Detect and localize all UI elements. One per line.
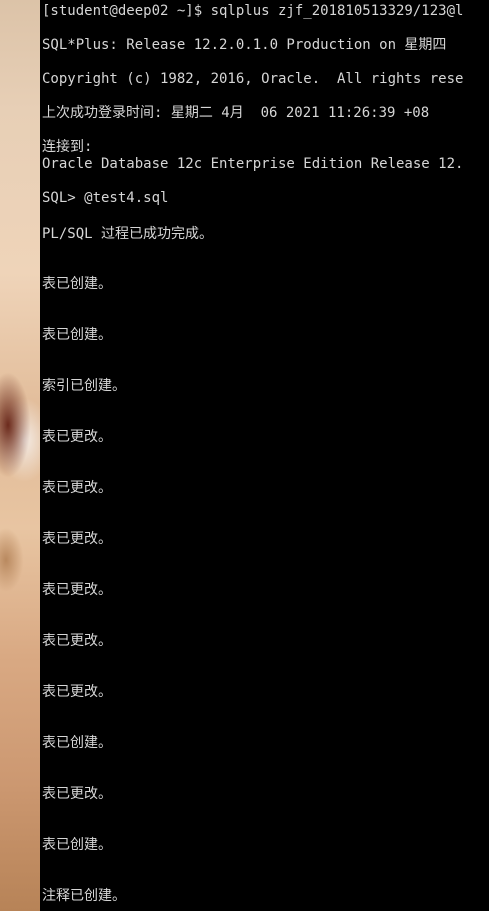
terminal-line-copyright: Copyright (c) 1982, 2016, Oracle. All ri…	[42, 71, 464, 87]
terminal-line-output: 表已创建。	[42, 276, 112, 292]
terminal-line-connected: 连接到:	[42, 139, 93, 155]
terminal-line-output: 表已创建。	[42, 735, 112, 751]
terminal-line-output: 索引已创建。	[42, 378, 126, 394]
desktop-background-photo	[0, 0, 40, 911]
terminal-line-output: 表已更改。	[42, 633, 112, 649]
terminal-line-db-version: Oracle Database 12c Enterprise Edition R…	[42, 156, 464, 172]
terminal-line-output: 表已创建。	[42, 327, 112, 343]
terminal-line-output: 注释已创建。	[42, 888, 126, 904]
screen: [student@deep02 ~]$ sqlplus zjf_20181051…	[0, 0, 489, 911]
terminal-line-sqlplus-banner: SQL*Plus: Release 12.2.0.1.0 Production …	[42, 37, 447, 53]
terminal-line-output: 表已创建。	[42, 837, 112, 853]
terminal-window[interactable]: [student@deep02 ~]$ sqlplus zjf_20181051…	[40, 0, 489, 911]
terminal-line-output: 表已更改。	[42, 531, 112, 547]
terminal-line-last-login: 上次成功登录时间: 星期二 4月 06 2021 11:26:39 +08	[42, 105, 430, 121]
terminal-line-command: [student@deep02 ~]$ sqlplus zjf_20181051…	[42, 3, 464, 19]
terminal-line-output: 表已更改。	[42, 786, 112, 802]
terminal-line-output: PL/SQL 过程已成功完成。	[42, 226, 214, 242]
terminal-line-output: 表已更改。	[42, 429, 112, 445]
terminal-line-output: 表已更改。	[42, 582, 112, 598]
terminal-line-sql-prompt: SQL> @test4.sql	[42, 190, 169, 206]
terminal-line-output: 表已更改。	[42, 684, 112, 700]
terminal-line-output: 表已更改。	[42, 480, 112, 496]
